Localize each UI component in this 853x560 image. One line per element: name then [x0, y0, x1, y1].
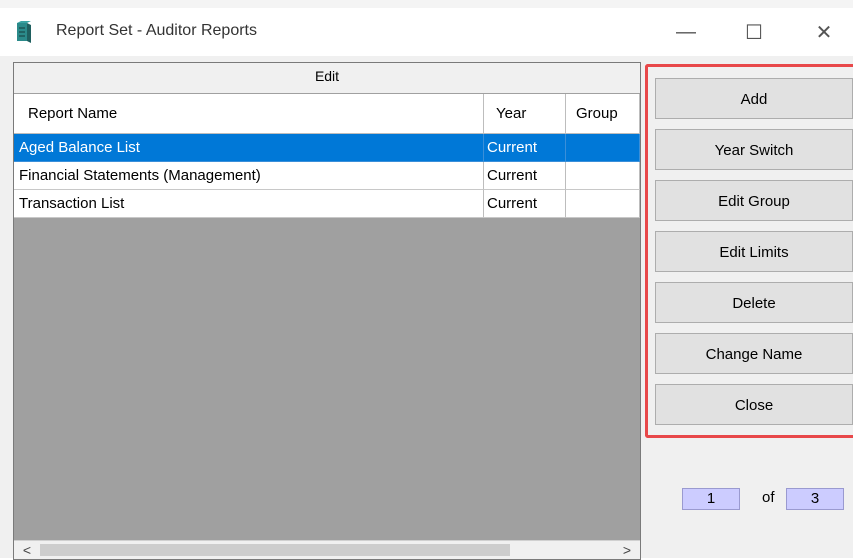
year-switch-button[interactable]: Year Switch — [655, 129, 853, 170]
report-set-window: Report Set - Auditor Reports — ☐ ✕ Edit … — [0, 8, 853, 560]
table-row[interactable]: Aged Balance List Current — [14, 134, 640, 162]
cell-report-name[interactable]: Transaction List — [14, 190, 484, 218]
pager-of-label: of — [762, 489, 775, 506]
cell-group[interactable] — [566, 134, 640, 162]
close-window-button[interactable]: ✕ — [796, 8, 852, 56]
close-button[interactable]: Close — [655, 384, 853, 425]
grid-section-label: Edit — [14, 63, 640, 94]
report-set-app-icon — [17, 21, 31, 43]
maximize-button[interactable]: ☐ — [726, 8, 782, 56]
minimize-button[interactable]: — — [658, 8, 714, 56]
window-title: Report Set - Auditor Reports — [56, 22, 257, 39]
total-pages-field: 3 — [786, 488, 844, 510]
edit-group-button[interactable]: Edit Group — [655, 180, 853, 221]
scroll-right-arrow-icon[interactable]: > — [618, 541, 636, 559]
edit-limits-button[interactable]: Edit Limits — [655, 231, 853, 272]
scroll-left-arrow-icon[interactable]: < — [18, 541, 36, 559]
cell-group[interactable] — [566, 190, 640, 218]
report-grid[interactable]: Edit Report Name Year Group Aged Balance… — [13, 62, 641, 560]
add-button[interactable]: Add — [655, 78, 853, 119]
cell-group[interactable] — [566, 162, 640, 190]
column-header-report-name[interactable]: Report Name — [14, 94, 484, 134]
table-row[interactable]: Transaction List Current — [14, 190, 640, 218]
horizontal-scrollbar[interactable]: < > — [14, 540, 640, 559]
change-name-button[interactable]: Change Name — [655, 333, 853, 374]
cell-year[interactable]: Current — [484, 134, 566, 162]
title-bar: Report Set - Auditor Reports — ☐ ✕ — [0, 8, 853, 56]
cell-report-name[interactable]: Aged Balance List — [14, 134, 484, 162]
column-header-group[interactable]: Group — [566, 94, 640, 134]
scrollbar-thumb[interactable] — [40, 544, 510, 556]
current-page-field[interactable]: 1 — [682, 488, 740, 510]
table-row[interactable]: Financial Statements (Management) Curren… — [14, 162, 640, 190]
cell-year[interactable]: Current — [484, 190, 566, 218]
delete-button[interactable]: Delete — [655, 282, 853, 323]
cell-year[interactable]: Current — [484, 162, 566, 190]
cell-report-name[interactable]: Financial Statements (Management) — [14, 162, 484, 190]
column-header-year[interactable]: Year — [484, 94, 566, 134]
